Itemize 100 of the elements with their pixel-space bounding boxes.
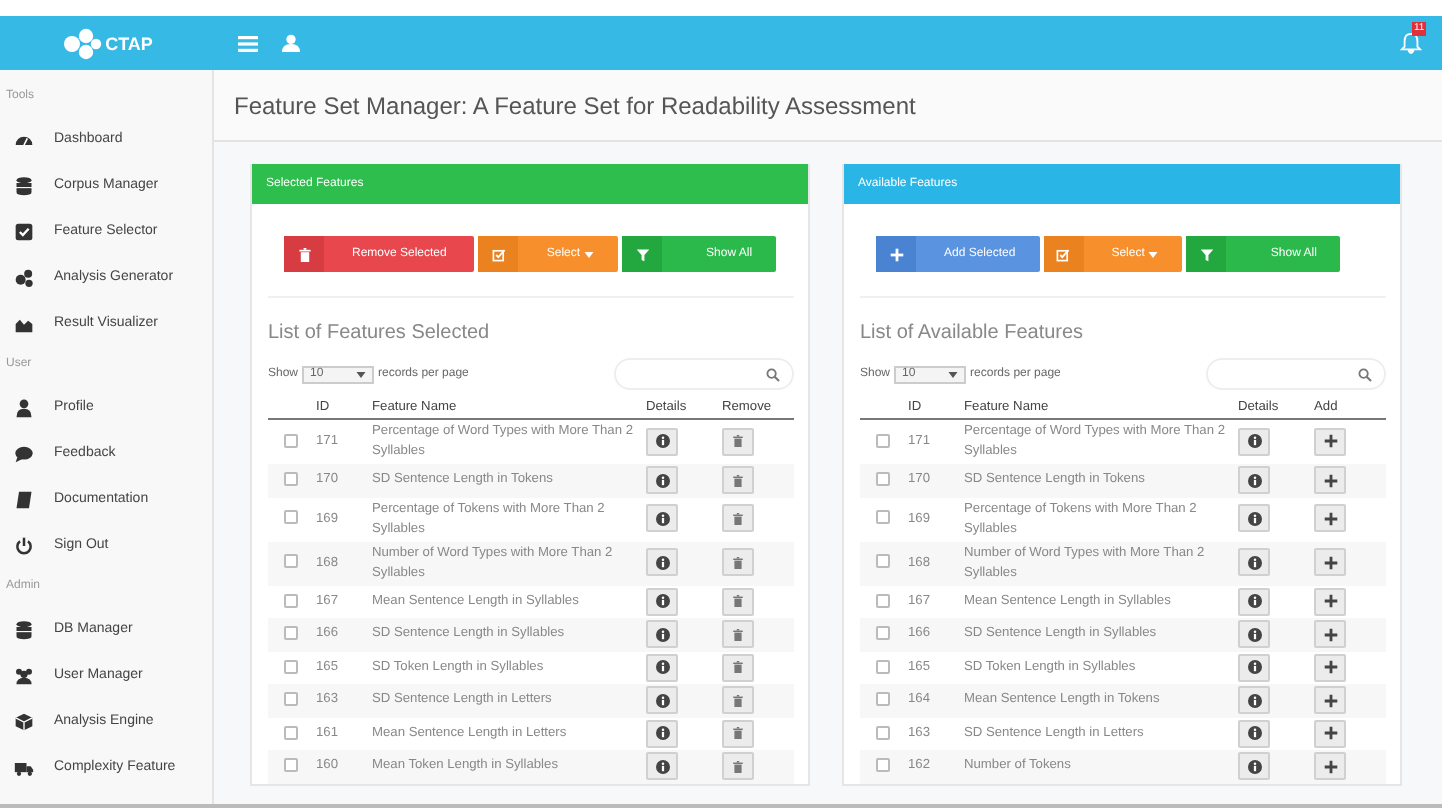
details-button[interactable] [1238, 466, 1270, 494]
details-button[interactable] [646, 504, 678, 533]
details-button[interactable] [1238, 587, 1270, 615]
plus-icon [1323, 434, 1337, 449]
power-icon [14, 535, 34, 555]
row-checkbox[interactable] [283, 758, 297, 772]
remove-button[interactable] [722, 548, 754, 577]
search-icon [766, 367, 780, 381]
trash-icon [732, 627, 744, 641]
remove-button[interactable] [722, 504, 754, 533]
info-icon [655, 511, 669, 526]
details-button[interactable] [1238, 653, 1270, 681]
remove-button[interactable] [722, 752, 754, 780]
row-checkbox[interactable] [875, 659, 889, 673]
details-button[interactable] [646, 653, 678, 681]
info-icon [1247, 693, 1261, 707]
info-icon [655, 759, 669, 773]
remove-button[interactable] [722, 587, 754, 615]
add-button[interactable] [1314, 719, 1346, 747]
database-icon [14, 619, 34, 639]
remove-button[interactable] [722, 620, 754, 648]
details-button[interactable] [646, 548, 678, 577]
info-icon [1247, 434, 1261, 449]
details-button[interactable] [1238, 719, 1270, 747]
plus-icon [1323, 473, 1337, 487]
list-title: List of Features Selected [268, 322, 492, 344]
remove-button[interactable] [722, 653, 754, 681]
row-checkbox[interactable] [283, 510, 297, 525]
logo-text: CTAP [105, 33, 153, 53]
caret-icon [1148, 251, 1159, 257]
details-button[interactable] [646, 752, 678, 780]
search-field[interactable] [1206, 358, 1386, 390]
trash-icon [732, 555, 744, 570]
row-checkbox[interactable] [875, 472, 889, 486]
row-checkbox[interactable] [283, 692, 297, 706]
details-button[interactable] [646, 620, 678, 648]
details-button[interactable] [1238, 548, 1270, 577]
details-button[interactable] [1238, 620, 1270, 648]
add-button[interactable] [1314, 686, 1346, 714]
row-checkbox[interactable] [283, 626, 297, 640]
info-icon [655, 434, 669, 449]
remove-button[interactable] [722, 427, 754, 456]
row-checkbox[interactable] [875, 433, 889, 448]
row-checkbox[interactable] [875, 510, 889, 525]
remove-button[interactable] [722, 686, 754, 714]
details-button[interactable] [1238, 752, 1270, 780]
search-field[interactable] [614, 358, 794, 390]
details-button[interactable] [646, 719, 678, 747]
row-checkbox[interactable] [283, 472, 297, 486]
row-checkbox[interactable] [875, 554, 889, 569]
row-checkbox[interactable] [283, 554, 297, 569]
info-icon [1247, 594, 1261, 608]
add-button[interactable] [1314, 548, 1346, 577]
row-checkbox[interactable] [283, 725, 297, 739]
plus-icon [1323, 759, 1337, 773]
details-button[interactable] [1238, 686, 1270, 714]
add-button[interactable] [1314, 427, 1346, 456]
bell-icon[interactable] [1400, 32, 1422, 54]
info-icon [655, 473, 669, 487]
info-icon [1247, 627, 1261, 641]
database-icon [14, 175, 34, 195]
info-icon [655, 627, 669, 641]
plus-icon [1323, 511, 1337, 526]
row-checkbox[interactable] [283, 659, 297, 673]
details-button[interactable] [646, 587, 678, 615]
checkbox-icon [14, 221, 34, 241]
filter-icon [1199, 247, 1214, 261]
menu-icon[interactable] [238, 35, 258, 51]
details-button[interactable] [1238, 427, 1270, 456]
row-checkbox[interactable] [875, 692, 889, 706]
trash-icon [732, 511, 744, 526]
remove-button[interactable] [722, 719, 754, 747]
remove-button[interactable] [722, 466, 754, 494]
info-icon [1247, 726, 1261, 740]
user-icon[interactable] [282, 34, 300, 52]
edit-icon [1056, 247, 1071, 261]
row-checkbox[interactable] [875, 725, 889, 739]
info-icon [1247, 660, 1261, 674]
add-button[interactable] [1314, 620, 1346, 648]
plus-icon [1323, 693, 1337, 707]
add-button[interactable] [1314, 466, 1346, 494]
circles-logo-icon [61, 27, 102, 59]
row-checkbox[interactable] [283, 433, 297, 448]
add-button[interactable] [1314, 653, 1346, 681]
details-button[interactable] [646, 427, 678, 456]
plus-icon [1323, 726, 1337, 740]
row-checkbox[interactable] [283, 593, 297, 607]
details-button[interactable] [646, 686, 678, 714]
details-button[interactable] [646, 466, 678, 494]
row-checkbox[interactable] [875, 626, 889, 640]
add-button[interactable] [1314, 752, 1346, 780]
row-checkbox[interactable] [875, 758, 889, 772]
details-button[interactable] [1238, 504, 1270, 533]
caret-icon [356, 371, 367, 377]
plus-icon [1323, 555, 1337, 570]
add-button[interactable] [1314, 504, 1346, 533]
info-icon [655, 594, 669, 608]
search-icon [1358, 367, 1372, 381]
row-checkbox[interactable] [875, 593, 889, 607]
add-button[interactable] [1314, 587, 1346, 615]
